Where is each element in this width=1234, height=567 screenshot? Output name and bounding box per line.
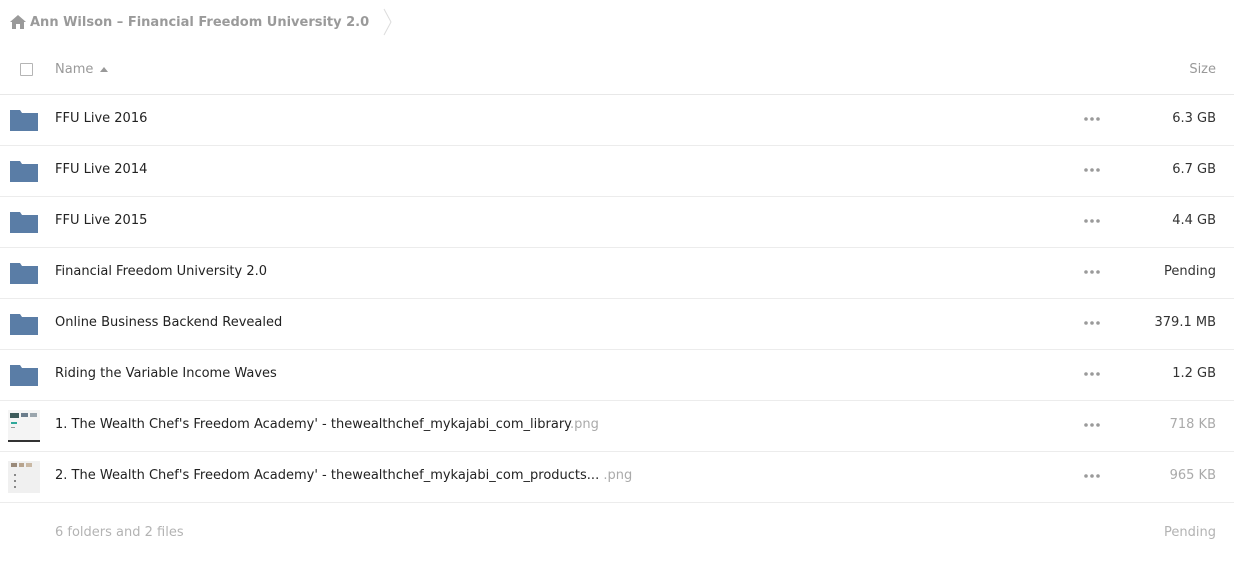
more-actions-icon[interactable]: [1082, 316, 1102, 330]
item-name[interactable]: 1. The Wealth Chef's Freedom Academy' - …: [55, 417, 599, 432]
breadcrumb-current[interactable]: Ann Wilson – Financial Freedom Universit…: [30, 15, 369, 30]
more-actions-icon[interactable]: [1082, 265, 1102, 279]
item-name[interactable]: FFU Live 2015: [55, 213, 147, 228]
image-thumbnail-icon: [8, 461, 40, 493]
item-name-base: FFU Live 2014: [55, 162, 148, 177]
total-size: Pending: [1164, 525, 1216, 540]
item-name-base: 2. The Wealth Chef's Freedom Academy' - …: [55, 468, 600, 483]
item-name[interactable]: Riding the Variable Income Waves: [55, 366, 277, 381]
image-thumbnail-icon: [8, 410, 40, 442]
item-extension: .png: [570, 417, 599, 432]
item-size: 6.7 GB: [1172, 162, 1216, 177]
item-size: 718 KB: [1169, 417, 1216, 432]
item-name-base: Online Business Backend Revealed: [55, 315, 283, 330]
file-row[interactable]: 2. The Wealth Chef's Freedom Academy' - …: [0, 452, 1234, 503]
more-actions-icon[interactable]: [1082, 367, 1102, 381]
file-row[interactable]: 1. The Wealth Chef's Freedom Academy' - …: [0, 401, 1234, 452]
folder-icon: [8, 104, 40, 136]
item-extension: .png: [599, 468, 633, 483]
item-size: 4.4 GB: [1172, 213, 1216, 228]
size-column-header[interactable]: Size: [1189, 62, 1216, 77]
item-name[interactable]: FFU Live 2014: [55, 162, 147, 177]
list-footer: 6 folders and 2 files Pending: [0, 520, 1234, 548]
folder-icon: [8, 206, 40, 238]
item-name[interactable]: Online Business Backend Revealed: [55, 315, 282, 330]
item-name[interactable]: FFU Live 2016: [55, 111, 147, 126]
item-name-base: Riding the Variable Income Waves: [55, 366, 277, 381]
item-size: 965 KB: [1169, 468, 1216, 483]
item-size: 1.2 GB: [1172, 366, 1216, 381]
folder-icon: [8, 257, 40, 289]
sort-ascending-icon: [100, 67, 109, 72]
list-header: Name Size: [0, 45, 1234, 95]
file-list: FFU Live 2016 6.3 GB FFU Live 2014 6.7 GB FF…: [0, 95, 1234, 503]
name-column-label: Name: [55, 62, 94, 77]
item-name-base: FFU Live 2015: [55, 213, 148, 228]
item-count-summary: 6 folders and 2 files: [55, 525, 184, 540]
more-actions-icon[interactable]: [1082, 418, 1102, 432]
more-actions-icon[interactable]: [1082, 112, 1102, 126]
folder-row[interactable]: Financial Freedom University 2.0 Pending: [0, 248, 1234, 299]
breadcrumb-separator-icon: [383, 8, 392, 36]
more-actions-icon[interactable]: [1082, 469, 1102, 483]
folder-icon: [8, 155, 40, 187]
folder-icon: [8, 359, 40, 391]
more-actions-icon[interactable]: [1082, 214, 1102, 228]
folder-row[interactable]: FFU Live 2015 4.4 GB: [0, 197, 1234, 248]
item-name-base: 1. The Wealth Chef's Freedom Academy' - …: [55, 417, 570, 432]
home-icon[interactable]: [10, 15, 26, 29]
item-name-base: FFU Live 2016: [55, 111, 148, 126]
select-all-checkbox[interactable]: [20, 63, 33, 76]
folder-row[interactable]: FFU Live 2014 6.7 GB: [0, 146, 1234, 197]
breadcrumb: Ann Wilson – Financial Freedom Universit…: [10, 8, 393, 36]
item-size: Pending: [1164, 264, 1216, 279]
folder-row[interactable]: FFU Live 2016 6.3 GB: [0, 95, 1234, 146]
folder-row[interactable]: Riding the Variable Income Waves 1.2 GB: [0, 350, 1234, 401]
name-column-header[interactable]: Name: [55, 62, 109, 77]
folder-icon: [8, 308, 40, 340]
item-name[interactable]: 2. The Wealth Chef's Freedom Academy' - …: [55, 468, 632, 483]
item-name[interactable]: Financial Freedom University 2.0: [55, 264, 267, 279]
item-size: 379.1 MB: [1154, 315, 1216, 330]
item-size: 6.3 GB: [1172, 111, 1216, 126]
more-actions-icon[interactable]: [1082, 163, 1102, 177]
folder-row[interactable]: Online Business Backend Revealed 379.1 MB: [0, 299, 1234, 350]
item-name-base: Financial Freedom University 2.0: [55, 264, 268, 279]
